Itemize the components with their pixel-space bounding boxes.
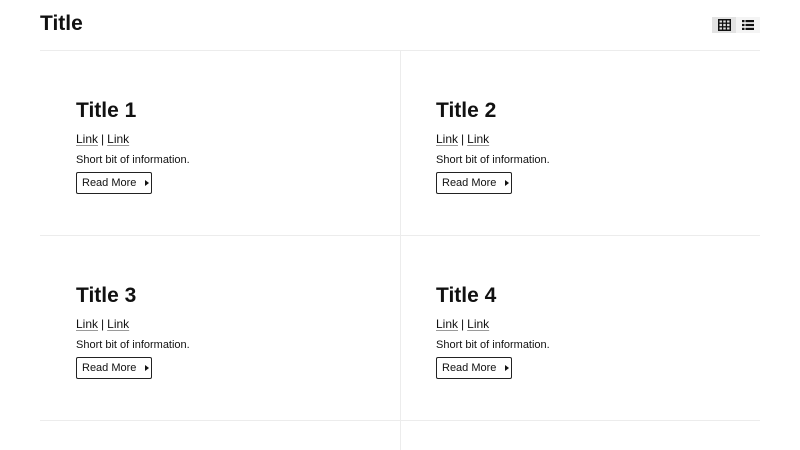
link-separator: |	[461, 132, 465, 146]
card-description: Short bit of information.	[76, 339, 190, 351]
card-links: Link | Link	[76, 131, 129, 147]
read-more-label: Read More	[82, 362, 137, 374]
card-link[interactable]: Link	[76, 317, 98, 331]
caret-right-icon	[505, 365, 510, 371]
card-links: Link | Link	[436, 131, 489, 147]
card-link[interactable]: Link	[107, 132, 129, 146]
card-description: Short bit of information.	[76, 154, 190, 166]
column-divider	[400, 51, 401, 450]
card-description: Short bit of information.	[436, 154, 550, 166]
caret-right-icon	[145, 365, 150, 371]
caret-right-icon	[145, 180, 150, 186]
page-title: Title	[40, 12, 83, 35]
card: Title 1 Link | Link Short bit of informati…	[76, 98, 396, 248]
grid-view-button[interactable]	[712, 17, 736, 33]
caret-right-icon	[505, 180, 510, 186]
read-more-button[interactable]: Read More	[436, 172, 512, 194]
grid-icon	[717, 19, 731, 31]
card-title: Title 1	[76, 99, 137, 122]
read-more-label: Read More	[442, 177, 497, 189]
card-title: Title 3	[76, 284, 137, 307]
page: Title Title 1 Link | Link Short bit of i…	[0, 0, 800, 450]
link-separator: |	[461, 317, 465, 331]
read-more-button[interactable]: Read More	[76, 172, 152, 194]
card-grid: Title 1 Link | Link Short bit of informati…	[40, 51, 760, 450]
link-separator: |	[101, 317, 105, 331]
read-more-button[interactable]: Read More	[76, 357, 152, 379]
card-link[interactable]: Link	[107, 317, 129, 331]
card-links: Link | Link	[436, 316, 489, 332]
card-link[interactable]: Link	[76, 132, 98, 146]
link-separator: |	[101, 132, 105, 146]
card: Title 2 Link | Link Short bit of informati…	[436, 98, 756, 248]
card-title: Title 2	[436, 99, 497, 122]
page-header: Title	[40, 0, 760, 51]
list-view-button[interactable]	[736, 17, 760, 33]
card-link[interactable]: Link	[467, 317, 489, 331]
card-link[interactable]: Link	[436, 132, 458, 146]
card-description: Short bit of information.	[436, 339, 550, 351]
card-link[interactable]: Link	[467, 132, 489, 146]
read-more-label: Read More	[82, 177, 137, 189]
card: Title 4 Link | Link Short bit of informati…	[436, 283, 756, 433]
card: Title 3 Link | Link Short bit of informati…	[76, 283, 396, 433]
view-toggle	[712, 17, 760, 33]
card-title: Title 4	[436, 284, 497, 307]
card-link[interactable]: Link	[436, 317, 458, 331]
card-links: Link | Link	[76, 316, 129, 332]
read-more-label: Read More	[442, 362, 497, 374]
read-more-button[interactable]: Read More	[436, 357, 512, 379]
list-icon	[742, 20, 754, 30]
